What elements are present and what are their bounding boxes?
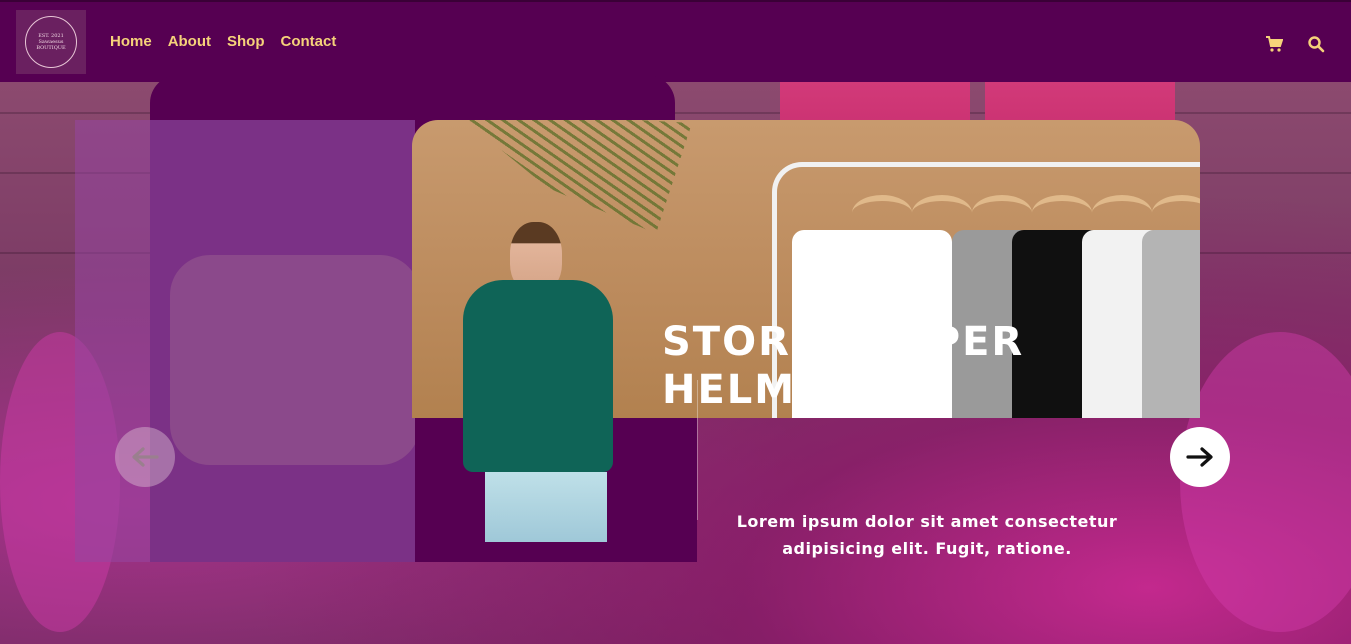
hanger [1032,195,1092,231]
nav-shop[interactable]: Shop [227,33,265,50]
logo-emblem: EST. 2021 Sawaesus BOUTIQUE [25,16,77,68]
previous-slide-button[interactable] [115,427,175,487]
hanger [912,195,972,231]
slide-title: STORMTROPER HELMET [662,318,1062,414]
slide-title-line-1: STORMTROPER [662,319,1025,365]
logo-line-3: BOUTIQUE [36,45,66,51]
nav-contact[interactable]: Contact [281,33,337,50]
arrow-right-icon [1186,447,1213,467]
next-slide-button[interactable] [1170,427,1230,487]
nav-icons [1265,35,1325,53]
nav-about[interactable]: About [168,33,211,50]
hanger [852,195,912,231]
main-nav: Home About Shop Contact [110,33,336,50]
slide-description-line-1: Lorem ipsum dolor sit amet consectetur [736,512,1118,531]
model-sweater [463,280,613,472]
hanger [972,195,1032,231]
hanger [1152,195,1200,231]
previous-slide-image [170,255,420,465]
slide-description: Lorem ipsum dolor sit amet consectetur a… [712,508,1142,562]
slide-description-line-2: adipisicing elit. Fugit, ratione. [782,539,1072,558]
arrow-left-icon [132,447,159,467]
navbar: EST. 2021 Sawaesus BOUTIQUE Home About S… [0,0,1351,82]
grey-shirt-2 [1142,230,1200,418]
model-image [455,222,615,542]
model-jeans [485,472,607,542]
cart-icon[interactable] [1265,35,1284,53]
nav-home[interactable]: Home [110,33,152,50]
brand-logo[interactable]: EST. 2021 Sawaesus BOUTIQUE [16,10,86,74]
search-icon[interactable] [1307,35,1325,53]
slide-title-line-2: HELMET [662,367,855,413]
hanger [1092,195,1152,231]
